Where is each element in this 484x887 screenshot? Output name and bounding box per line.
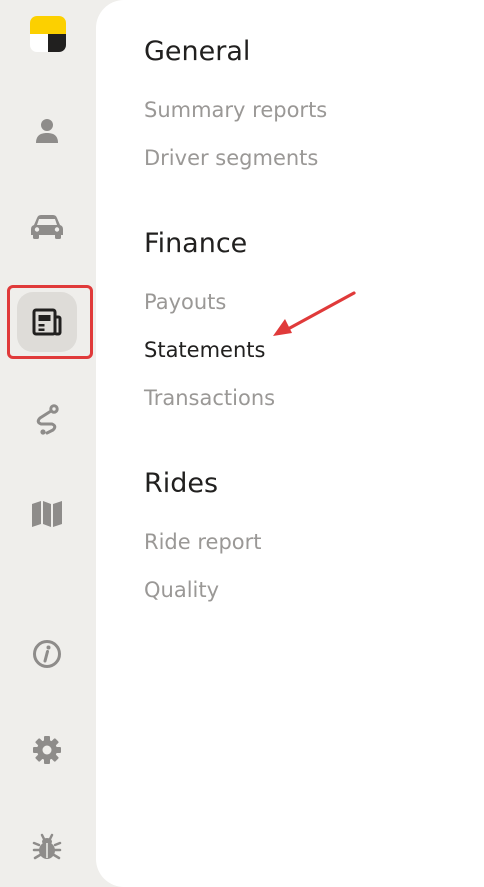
sidebar-item-profile[interactable] bbox=[17, 101, 77, 161]
sidebar-item-routes[interactable] bbox=[17, 389, 77, 449]
sidebar-item-map[interactable] bbox=[17, 484, 77, 544]
section-title-general: General bbox=[144, 36, 251, 67]
map-icon bbox=[32, 501, 62, 527]
sidebar-item-settings[interactable] bbox=[17, 720, 77, 780]
reports-icon bbox=[32, 308, 62, 336]
menu-item-driver-segments[interactable]: Driver segments bbox=[144, 144, 318, 172]
info-icon bbox=[33, 640, 61, 668]
app-logo[interactable] bbox=[30, 16, 66, 52]
route-icon bbox=[36, 404, 59, 435]
sidebar-item-bug-report[interactable] bbox=[17, 816, 77, 876]
bug-icon bbox=[32, 833, 62, 860]
section-title-rides: Rides bbox=[144, 468, 219, 499]
menu-item-quality[interactable]: Quality bbox=[144, 576, 219, 604]
menu-item-statements[interactable]: Statements bbox=[144, 336, 265, 364]
section-title-finance: Finance bbox=[144, 228, 248, 259]
menu-item-transactions[interactable]: Transactions bbox=[144, 384, 275, 412]
sidebar-item-reports[interactable] bbox=[17, 292, 77, 352]
logo-icon bbox=[30, 16, 66, 52]
menu-item-ride-report[interactable]: Ride report bbox=[144, 528, 262, 556]
menu-panel: General Summary reports Driver segments … bbox=[96, 0, 484, 887]
menu-item-summary-reports[interactable]: Summary reports bbox=[144, 96, 327, 124]
sidebar-item-vehicles[interactable] bbox=[17, 197, 77, 257]
user-icon bbox=[36, 119, 58, 143]
menu-item-payouts[interactable]: Payouts bbox=[144, 288, 226, 316]
car-icon bbox=[31, 215, 63, 239]
sidebar-item-info[interactable] bbox=[17, 624, 77, 684]
gear-icon bbox=[33, 736, 61, 764]
sidebar bbox=[0, 0, 96, 887]
